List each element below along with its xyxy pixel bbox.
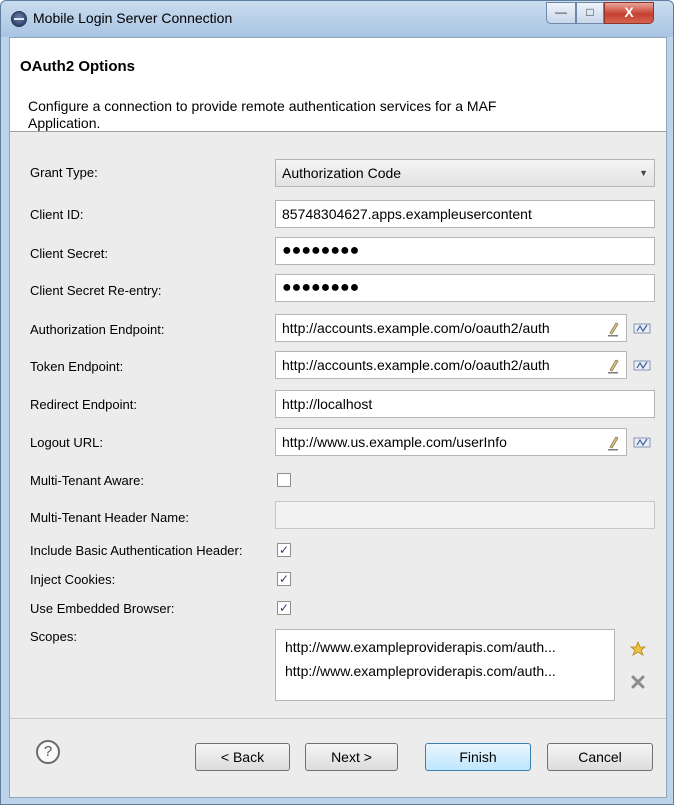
multi-tenant-header-label: Multi-Tenant Header Name: bbox=[30, 510, 189, 525]
dialog-window: Mobile Login Server Connection — □ X OAu… bbox=[0, 0, 674, 805]
client-secret-reentry-input[interactable]: ●●●●●●●● bbox=[275, 274, 655, 302]
edit-icon[interactable] bbox=[607, 435, 619, 451]
authorization-endpoint-label: Authorization Endpoint: bbox=[30, 322, 165, 337]
redirect-endpoint-input[interactable]: http://localhost bbox=[275, 390, 655, 418]
finish-button[interactable]: Finish bbox=[425, 743, 531, 771]
dialog-content: OAuth2 Options Configure a connection to… bbox=[9, 37, 667, 798]
window-title: Mobile Login Server Connection bbox=[33, 10, 233, 26]
grant-type-label: Grant Type: bbox=[30, 165, 98, 180]
logout-url-value: http://www.us.example.com/userInfo bbox=[282, 434, 507, 450]
scopes-list[interactable]: http://www.exampleproviderapis.com/auth.… bbox=[275, 629, 615, 701]
title-bar: Mobile Login Server Connection — □ X bbox=[1, 1, 673, 37]
wizard-header: OAuth2 Options Configure a connection to… bbox=[10, 38, 666, 132]
inject-cookies-label: Inject Cookies: bbox=[30, 572, 116, 587]
maximize-button[interactable]: □ bbox=[576, 2, 604, 24]
next-button[interactable]: Next > bbox=[305, 743, 398, 771]
variable-icon[interactable] bbox=[633, 320, 653, 336]
grant-type-value: Authorization Code bbox=[282, 165, 402, 181]
page-description: Configure a connection to provide remote… bbox=[28, 98, 497, 131]
authorization-endpoint-input[interactable]: http://accounts.example.com/o/oauth2/aut… bbox=[275, 314, 627, 342]
help-button[interactable]: ? bbox=[36, 740, 60, 764]
client-secret-reentry-label: Client Secret Re-entry: bbox=[30, 283, 162, 298]
app-icon bbox=[11, 11, 27, 27]
client-id-label: Client ID: bbox=[30, 207, 84, 222]
client-id-input[interactable]: 85748304627.apps.exampleusercontent bbox=[275, 200, 655, 228]
page-title: OAuth2 Options bbox=[20, 58, 135, 75]
cancel-button[interactable]: Cancel bbox=[547, 743, 653, 771]
edit-icon[interactable] bbox=[607, 358, 619, 374]
add-scope-icon[interactable] bbox=[629, 641, 647, 657]
variable-icon[interactable] bbox=[633, 434, 653, 450]
token-endpoint-label: Token Endpoint: bbox=[30, 359, 124, 374]
button-bar-separator bbox=[10, 718, 666, 719]
multi-tenant-header-input[interactable] bbox=[275, 501, 655, 529]
scope-item[interactable]: http://www.exampleproviderapis.com/auth.… bbox=[285, 639, 556, 655]
redirect-endpoint-label: Redirect Endpoint: bbox=[30, 397, 137, 412]
token-endpoint-value: http://accounts.example.com/o/oauth2/aut… bbox=[282, 357, 550, 373]
client-secret-input[interactable]: ●●●●●●●● bbox=[275, 237, 655, 265]
use-embedded-browser-checkbox[interactable]: ✓ bbox=[277, 601, 291, 615]
include-basic-auth-checkbox[interactable]: ✓ bbox=[277, 543, 291, 557]
authorization-endpoint-value: http://accounts.example.com/o/oauth2/aut… bbox=[282, 320, 550, 336]
include-basic-auth-label: Include Basic Authentication Header: bbox=[30, 543, 243, 558]
logout-url-label: Logout URL: bbox=[30, 435, 103, 450]
multi-tenant-aware-label: Multi-Tenant Aware: bbox=[30, 473, 144, 488]
close-button[interactable]: X bbox=[604, 2, 654, 24]
scopes-label: Scopes: bbox=[30, 629, 77, 644]
inject-cookies-checkbox[interactable]: ✓ bbox=[277, 572, 291, 586]
client-secret-label: Client Secret: bbox=[30, 246, 109, 261]
variable-icon[interactable] bbox=[633, 357, 653, 373]
token-endpoint-input[interactable]: http://accounts.example.com/o/oauth2/aut… bbox=[275, 351, 627, 379]
remove-scope-icon[interactable] bbox=[630, 674, 646, 690]
multi-tenant-aware-checkbox[interactable] bbox=[277, 473, 291, 487]
back-button[interactable]: < Back bbox=[195, 743, 290, 771]
logout-url-input[interactable]: http://www.us.example.com/userInfo bbox=[275, 428, 627, 456]
chevron-down-icon: ▼ bbox=[639, 168, 648, 178]
use-embedded-browser-label: Use Embedded Browser: bbox=[30, 601, 175, 616]
edit-icon[interactable] bbox=[607, 321, 619, 337]
minimize-button[interactable]: — bbox=[546, 2, 576, 24]
scope-item[interactable]: http://www.exampleproviderapis.com/auth.… bbox=[285, 663, 556, 679]
grant-type-select[interactable]: Authorization Code ▼ bbox=[275, 159, 655, 187]
